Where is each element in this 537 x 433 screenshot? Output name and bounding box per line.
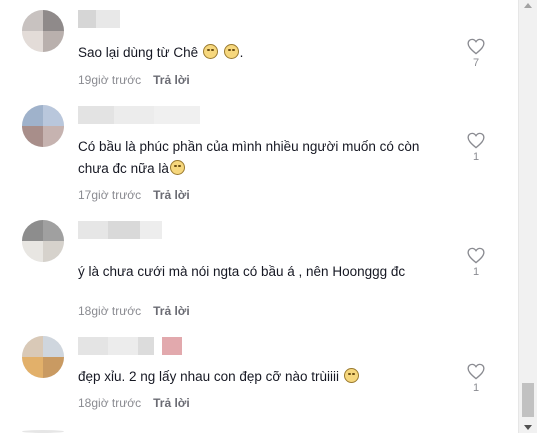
username-blurred[interactable] xyxy=(78,106,200,124)
like-button[interactable]: 1 xyxy=(465,132,487,163)
avatar[interactable] xyxy=(22,10,64,52)
comment-text: Có bầu là phúc phần của mình nhiều người… xyxy=(78,139,424,176)
avatar[interactable] xyxy=(22,105,64,147)
avatar[interactable] xyxy=(22,336,64,378)
reply-button[interactable]: Trả lời xyxy=(153,188,190,202)
reply-button[interactable]: Trả lời xyxy=(153,396,190,410)
comment-meta: 18giờ trước Trả lời xyxy=(78,396,190,410)
username-blurred[interactable] xyxy=(78,10,120,28)
comment-item: đẹp xỉu. 2 ng lấy nhau con đẹp cỡ nào tr… xyxy=(0,329,519,433)
comment-text: ý là chưa cưới mà nói ngta có bầu á , nê… xyxy=(78,264,406,279)
scrollbar-thumb[interactable] xyxy=(522,383,534,417)
comment-list: Sao lại dùng từ Chê . 19giờ trước Trả lời… xyxy=(0,0,519,433)
heart-outline-icon xyxy=(467,38,485,55)
comment-text: đẹp xỉu. 2 ng lấy nhau con đẹp cỡ nào tr… xyxy=(78,366,448,388)
like-button[interactable]: 7 xyxy=(465,38,487,69)
heart-outline-icon xyxy=(467,363,485,380)
flushed-face-emoji xyxy=(223,44,239,59)
timestamp: 18giờ trước xyxy=(78,304,142,318)
flushed-face-emoji xyxy=(169,160,185,175)
scroll-down-arrow-icon[interactable] xyxy=(519,421,537,433)
heart-outline-icon xyxy=(467,247,485,264)
timestamp: 19giờ trước xyxy=(78,73,142,87)
like-count: 1 xyxy=(472,266,480,278)
heart-outline-icon xyxy=(467,132,485,149)
reply-button[interactable]: Trả lời xyxy=(153,304,190,318)
comment-meta: 19giờ trước Trả lời xyxy=(78,73,190,87)
like-count: 7 xyxy=(472,57,480,69)
comment-meta: 17giờ trước Trả lời xyxy=(78,188,190,202)
username-blurred[interactable] xyxy=(78,337,182,355)
like-button[interactable]: 1 xyxy=(465,363,487,394)
comment-meta: 18giờ trước Trả lời xyxy=(78,304,190,318)
comment-item: Có bầu là phúc phần của mình nhiều người… xyxy=(0,98,519,213)
username-blurred[interactable] xyxy=(78,221,162,239)
comment-text: Sao lại dùng từ Chê . xyxy=(78,44,244,60)
vertical-scrollbar[interactable] xyxy=(518,0,537,433)
like-button[interactable]: 1 xyxy=(465,247,487,278)
like-count: 1 xyxy=(472,382,480,394)
comment-item: Sao lại dùng từ Chê . 19giờ trước Trả lời… xyxy=(0,0,519,98)
scroll-up-arrow-icon[interactable] xyxy=(519,0,537,12)
avatar[interactable] xyxy=(22,220,64,262)
comment-item: ý là chưa cưới mà nói ngta có bầu á , nê… xyxy=(0,213,519,329)
flushed-face-emoji xyxy=(202,44,218,59)
flushed-face-emoji xyxy=(343,368,359,383)
timestamp: 18giờ trước xyxy=(78,396,142,410)
reply-button[interactable]: Trả lời xyxy=(153,73,190,87)
timestamp: 17giờ trước xyxy=(78,188,142,202)
like-count: 1 xyxy=(472,151,480,163)
